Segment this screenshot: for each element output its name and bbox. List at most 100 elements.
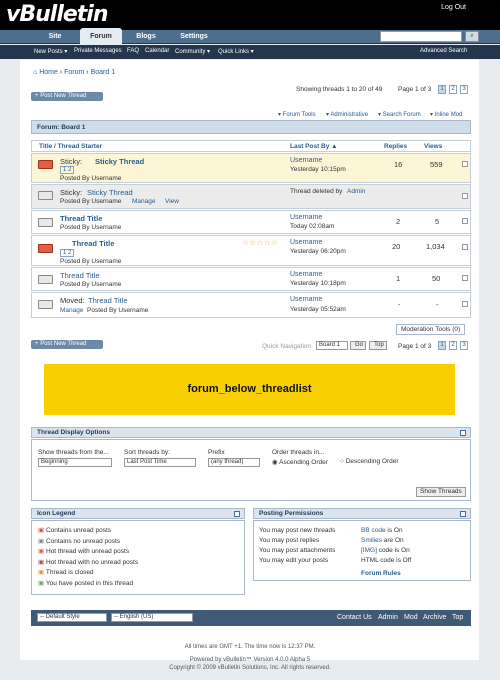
sort-replies-link[interactable]: Replies [384,143,407,150]
prefix-select[interactable]: (any thread) [208,458,260,467]
mod-link[interactable]: Mod [404,614,418,621]
thread-title-link[interactable]: Thread Title [72,239,114,248]
post-new-thread-button[interactable]: + Post New Thread [31,92,103,101]
page-1-button[interactable]: 1 [438,85,446,94]
page-2-button-bottom[interactable]: 2 [449,341,457,350]
forum-title-bar: Forum: Board 1 [31,120,471,134]
thread-title-link[interactable]: Thread Title [60,214,102,223]
tab-forum[interactable]: Forum [80,28,122,44]
top-link[interactable]: Top [452,614,463,621]
legend-list: ▣ Contains unread posts ▣ Contains no un… [38,526,138,589]
thread-select-checkbox[interactable] [462,244,468,250]
lastpost-user[interactable]: Username [290,214,322,221]
views-count: 50 [432,274,441,283]
sort-lastpost-link[interactable]: Last Post By ▲ [290,143,338,150]
sort-title-link[interactable]: Title / Thread Starter [39,143,102,150]
lastpost-time: Today 02:08am [290,223,335,230]
subnav-new-posts[interactable]: New Posts ▾ [34,48,67,55]
forum-tools-menu[interactable]: ▾ Forum Tools [278,111,316,118]
page-3-button-bottom[interactable]: 3 [460,341,468,350]
post-new-thread-button-bottom[interactable]: + Post New Thread [31,340,103,349]
thread-title-link[interactable]: Thread Title [88,296,128,305]
thread-pages[interactable]: 1 2 [60,166,75,174]
search-button[interactable]: ⌕ [465,31,479,42]
manage-link[interactable]: Manage [132,198,156,205]
thread-select-checkbox[interactable] [462,218,468,224]
thread-icon [38,218,53,227]
moderation-tools-button[interactable]: Moderation Tools (0) [396,324,466,335]
lastpost-user[interactable]: Username [290,239,322,246]
subnav-faq[interactable]: FAQ [127,48,139,54]
forum-rules-link[interactable]: Forum Rules [361,570,401,577]
posted-icon: ▣ [38,579,45,587]
display-options-panel: Show threads from the... Beginning Sort … [31,439,471,501]
language-select[interactable]: -- English (US) [111,613,193,622]
hot-thread-icon [38,160,53,169]
deleted-by-admin[interactable]: Admin [347,188,365,195]
lastpost-time: Yesterday 10:18pm [290,280,346,287]
thread-starter: Posted By Username [60,258,122,265]
plus-icon: + [35,93,39,99]
subnav-private-messages[interactable]: Private Messages [74,48,122,54]
collapse-icon[interactable] [234,511,240,517]
permission-rule: You may post attachments [259,547,336,554]
lastpost-user[interactable]: Username [290,157,322,164]
breadcrumb-home[interactable]: Home [39,69,58,76]
go-button[interactable]: Go [350,341,366,350]
advanced-search-link[interactable]: Advanced Search [420,48,467,54]
show-threads-button[interactable]: Show Threads [416,487,466,497]
search-forum-menu[interactable]: ▾ Search Forum [378,111,421,118]
tab-blogs[interactable]: Blogs [122,30,170,44]
permission-rule: You may edit your posts [259,557,329,564]
logout-link[interactable]: Log Out [441,4,466,11]
lastpost-user[interactable]: Username [290,271,322,278]
collapse-icon[interactable] [460,430,466,436]
archive-link[interactable]: Archive [423,614,446,621]
manage-link[interactable]: Manage [60,307,84,314]
subnav-calendar[interactable]: Calendar [145,48,169,54]
permission-rule: You may post new threads [259,527,336,534]
subnav-quick-links[interactable]: Quick Links ▾ [218,48,254,55]
breadcrumb-board[interactable]: Board 1 [91,69,116,76]
inline-mod-menu[interactable]: ▾ Inline Mod [430,111,462,118]
quick-navigation-select[interactable]: Board 1 [316,341,348,350]
page-1-button-bottom[interactable]: 1 [438,341,446,350]
thread-row: Thread Title Posted By Username Username… [31,267,471,291]
thread-prefix: Moved: [60,296,85,305]
thread-select-checkbox[interactable] [462,301,468,307]
thread-title-link[interactable]: Sticky Thread [95,157,144,166]
legend-label: Contains no unread posts [45,537,121,545]
lastpost-time: Yesterday 05:52am [290,306,346,313]
page-2-button[interactable]: 2 [449,85,457,94]
thread-title-link[interactable]: Thread Title [60,271,100,280]
top-button[interactable]: Top [369,341,387,350]
style-select[interactable]: -- Default Style [37,613,107,622]
home-icon[interactable]: ⌂ [33,69,37,76]
lastpost-user[interactable]: Username [290,296,322,303]
show-from-select[interactable]: Beginning [38,458,112,467]
bbcode-status: is On [385,527,403,534]
subnav-community[interactable]: Community ▾ [175,48,210,55]
view-link[interactable]: View [165,198,179,205]
thread-select-checkbox[interactable] [462,193,468,199]
descending-radio[interactable]: ○ Descending Order [340,458,398,465]
sort-views-link[interactable]: Views [424,143,442,150]
search-input[interactable] [380,31,462,42]
page-3-button[interactable]: 3 [460,85,468,94]
admin-link[interactable]: Admin [378,614,398,621]
sort-by-select[interactable]: Last Post Time [124,458,196,467]
tab-site[interactable]: Site [30,30,80,44]
img-code-link[interactable]: [IMG] [361,547,377,554]
administrative-menu[interactable]: ▾ Administrative [326,111,368,118]
contact-us-link[interactable]: Contact Us [337,614,372,621]
bbcode-link[interactable]: BB code [361,527,386,534]
smilies-link[interactable]: Smilies [361,537,382,544]
tab-settings[interactable]: Settings [170,30,218,44]
thread-select-checkbox[interactable] [462,161,468,167]
thread-select-checkbox[interactable] [462,275,468,281]
breadcrumb-forum[interactable]: Forum [64,69,84,76]
thread-pages[interactable]: 1 2 [60,249,75,257]
thread-title-link[interactable]: Sticky Thread [87,188,133,197]
ascending-radio[interactable]: ◉ Ascending Order [272,458,328,466]
collapse-icon[interactable] [460,511,466,517]
